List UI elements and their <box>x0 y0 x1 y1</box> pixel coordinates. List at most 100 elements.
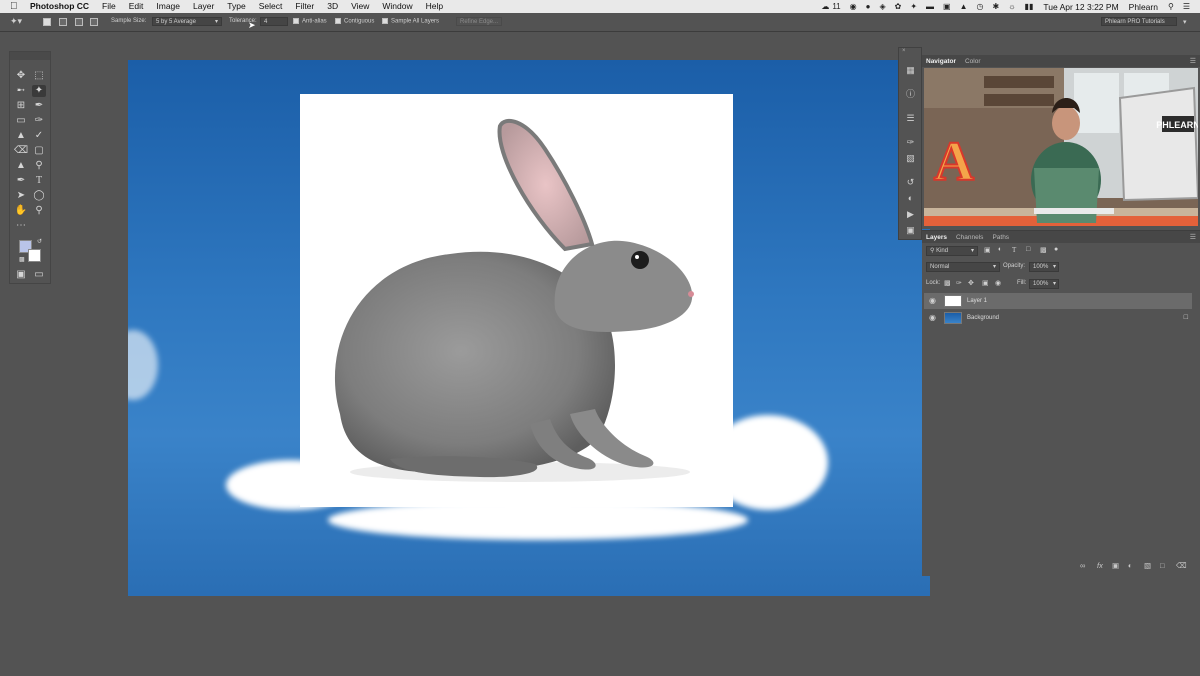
tab-paths[interactable]: Paths <box>992 234 1009 241</box>
subtract-selection-icon[interactable] <box>75 18 83 26</box>
menu-filter[interactable]: Filter <box>295 0 314 13</box>
lock-position-icon[interactable]: ✥ <box>968 279 974 287</box>
menu-edit[interactable]: Edit <box>129 0 144 13</box>
leaf-icon[interactable]: ✿ <box>895 2 902 11</box>
clock-icon[interactable]: ◷ <box>977 2 984 11</box>
add-mask-icon[interactable]: ▣ <box>1112 561 1119 570</box>
add-to-selection-icon[interactable] <box>59 18 67 26</box>
magic-wand-tool-icon[interactable]: ✦ <box>32 85 46 97</box>
sample-all-layers-checkbox[interactable]: Sample All Layers <box>382 18 439 25</box>
menu-type[interactable]: Type <box>227 0 245 13</box>
new-layer-icon[interactable]: □ <box>1160 561 1165 570</box>
filter-toggle-icon[interactable]: ● <box>1054 246 1058 253</box>
new-group-icon[interactable]: ▧ <box>1144 561 1151 570</box>
more-tools-icon[interactable]: ⋯ <box>14 220 28 232</box>
tools-panel-grip[interactable] <box>10 52 50 60</box>
record-icon[interactable]: ◉ <box>850 2 857 11</box>
upload-icon[interactable]: ▲ <box>960 2 968 11</box>
adjustment-layer-icon[interactable]: ◐ <box>1128 561 1133 570</box>
clone-stamp-tool-icon[interactable]: ▲ <box>14 130 28 142</box>
properties-icon[interactable]: ▣ <box>904 224 917 236</box>
visibility-eye-icon[interactable]: ◉ <box>929 293 936 309</box>
zoom-tool-icon[interactable]: ⚲ <box>32 205 46 217</box>
close-panel-icon[interactable]: × <box>902 48 906 54</box>
brush-presets-icon[interactable]: ✑ <box>904 136 917 148</box>
menu-select[interactable]: Select <box>259 0 283 13</box>
brush-tool-icon[interactable]: ✑ <box>32 115 46 127</box>
background-color-swatch[interactable] <box>28 249 41 262</box>
tolerance-input[interactable]: 4 <box>260 17 288 26</box>
wifi-icon[interactable]: ☼ <box>1008 2 1015 11</box>
user-name[interactable]: Phlearn <box>1129 2 1158 12</box>
crop-tool-icon[interactable]: ⊞ <box>14 100 28 112</box>
document-canvas[interactable] <box>128 60 930 596</box>
panel-menu-icon[interactable]: ☰ <box>1190 57 1196 65</box>
visibility-eye-icon[interactable]: ◉ <box>929 310 936 326</box>
eyedropper-tool-icon[interactable]: ✒ <box>32 100 46 112</box>
histogram-icon[interactable]: ▦ <box>904 64 917 76</box>
lock-pixels-icon[interactable]: ✑ <box>956 279 962 287</box>
navigator-preview[interactable]: A PHLEARN <box>924 68 1198 226</box>
filter-smart-object-icon[interactable]: ▩ <box>1040 246 1047 254</box>
layers-panel-menu-icon[interactable]: ☰ <box>1190 233 1196 241</box>
opacity-chevron-icon[interactable]: ▾ <box>1053 263 1056 270</box>
menu-window[interactable]: Window <box>382 0 412 13</box>
menu-list-icon[interactable]: ☰ <box>1183 2 1190 11</box>
tab-channels[interactable]: Channels <box>956 234 983 241</box>
lock-all-icon[interactable]: ◉ <box>995 279 1001 287</box>
rabbit-image-layer[interactable] <box>300 94 733 507</box>
tab-navigator[interactable]: Navigator <box>926 58 956 65</box>
refine-edge-button[interactable]: Refine Edge... <box>456 17 503 26</box>
fx-icon[interactable]: fx <box>1097 561 1103 570</box>
history-icon[interactable]: ↺ <box>904 176 917 188</box>
menu-help[interactable]: Help <box>426 0 443 13</box>
menu-view[interactable]: View <box>351 0 369 13</box>
fill-chevron-icon[interactable]: ▾ <box>1053 280 1056 287</box>
adjustments-icon[interactable]: ☰ <box>904 112 917 124</box>
layer-row-layer-1[interactable]: ◉ Layer 1 <box>924 293 1192 309</box>
filter-pixel-icon[interactable]: ▣ <box>984 246 991 254</box>
spotlight-search-icon[interactable]: ⚲ <box>1168 2 1174 11</box>
quick-mask-icon[interactable]: ▣ <box>14 269 28 281</box>
dodge-tool-icon[interactable]: ⚲ <box>32 160 46 172</box>
type-tool-icon[interactable]: T <box>32 175 46 187</box>
tab-layers[interactable]: Layers <box>926 234 947 241</box>
menu-file[interactable]: File <box>102 0 116 13</box>
layer-name[interactable]: Background <box>967 310 999 326</box>
healing-brush-tool-icon[interactable]: ▭ <box>14 115 28 127</box>
filter-type-icon[interactable]: T <box>1012 246 1016 254</box>
path-selection-tool-icon[interactable]: ➤ <box>14 190 28 202</box>
actions-play-icon[interactable]: ▶ <box>904 208 917 220</box>
trash-icon[interactable]: ⌫ <box>1176 561 1187 570</box>
workspace-select[interactable]: Phlearn PRO Tutorials <box>1101 17 1177 26</box>
chat-icon[interactable]: ● <box>866 2 871 11</box>
sample-size-select[interactable]: 5 by 5 Average ▾ <box>152 17 222 26</box>
filter-shape-icon[interactable]: □ <box>1026 246 1030 253</box>
lock-transparent-icon[interactable]: ▩ <box>944 279 951 287</box>
history-brush-tool-icon[interactable]: ✓ <box>32 130 46 142</box>
tab-color[interactable]: Color <box>965 58 981 65</box>
swap-colors-icon[interactable]: ↺ <box>37 238 42 245</box>
eraser-tool-icon[interactable]: ⌫ <box>14 145 28 157</box>
filter-adjustment-icon[interactable]: ◐ <box>998 246 1002 253</box>
pin-icon[interactable]: ◈ <box>879 2 885 11</box>
link-layers-icon[interactable]: ∞ <box>1080 561 1085 570</box>
menu-layer[interactable]: Layer <box>193 0 214 13</box>
blur-tool-icon[interactable]: ▲ <box>14 160 28 172</box>
intersect-selection-icon[interactable] <box>90 18 98 26</box>
toggle-icon[interactable]: ▬ <box>926 2 934 11</box>
cloud-sync-icon[interactable]: ☁ <box>821 2 829 11</box>
menu-3d[interactable]: 3D <box>327 0 338 13</box>
blend-mode-select[interactable]: Normal ▾ <box>926 262 1000 272</box>
star-icon[interactable]: ✦ <box>910 2 917 11</box>
workspace-chevron-icon[interactable]: ▾ <box>1183 18 1187 26</box>
lasso-tool-icon[interactable]: ➸ <box>14 85 28 97</box>
move-tool-icon[interactable]: ✥ <box>14 70 28 82</box>
screen-mode-icon[interactable]: ▭ <box>32 269 46 281</box>
bluetooth-icon[interactable]: ✱ <box>993 2 1000 11</box>
pen-tool-icon[interactable]: ✒ <box>14 175 28 187</box>
lock-artboard-icon[interactable]: ▣ <box>982 279 989 287</box>
clock-text[interactable]: Tue Apr 12 3:22 PM <box>1043 2 1118 12</box>
layer-name[interactable]: Layer 1 <box>967 293 987 309</box>
menu-app-name[interactable]: Photoshop CC <box>30 0 89 13</box>
